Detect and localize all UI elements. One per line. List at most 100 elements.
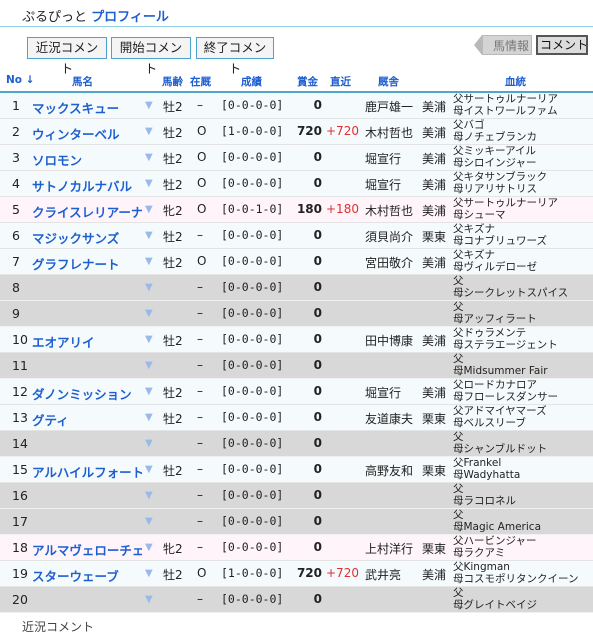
horse-age: 牡2 (163, 178, 183, 192)
horse-name-link[interactable]: アルマヴェローチェ (32, 540, 142, 559)
row-number: 2 (12, 124, 20, 139)
dropdown-triangle-icon[interactable]: ▼ (145, 464, 153, 475)
horse-name-link[interactable]: グティ (32, 410, 142, 429)
trainer-name: 堀宣行 (365, 386, 402, 400)
horse-name-link[interactable]: スターウェーブ (32, 566, 142, 585)
dropdown-triangle-icon[interactable]: ▼ (145, 412, 153, 423)
training-center: 栗東 (422, 542, 447, 556)
dropdown-triangle-icon[interactable]: ▼ (145, 100, 153, 111)
recent-comment-button[interactable]: 近況コメント (27, 37, 107, 76)
horse-name-link[interactable]: グラフレナート (32, 254, 142, 273)
sire-name: 父Frankel (453, 457, 502, 469)
table-row: 14 ▼ – [0-0-0-0] 0 父母シャンブルドット (0, 431, 593, 457)
horse-name-link[interactable]: アルハイルフォート (32, 462, 142, 481)
header-no[interactable]: No ↓ (6, 74, 34, 86)
recent-earnings: +720 (326, 566, 359, 580)
horse-age: 牡2 (163, 230, 183, 244)
dropdown-triangle-icon[interactable]: ▼ (145, 568, 153, 579)
horse-name-link[interactable]: ダノンミッション (32, 384, 142, 403)
race-record: [1-0-0-0] (221, 566, 284, 580)
stable-status: – (197, 280, 203, 294)
dropdown-triangle-icon[interactable]: ▼ (145, 282, 153, 293)
row-number: 8 (12, 280, 20, 295)
header-name[interactable]: 馬名 (72, 74, 93, 89)
stable-status: O (197, 176, 207, 190)
race-record: [1-0-0-0] (221, 124, 284, 138)
horse-name-link[interactable]: ソロモン (32, 150, 142, 169)
horse-name-link[interactable]: クライスレリアーナ (32, 202, 142, 221)
start-comment-button[interactable]: 開始コメント (111, 37, 191, 76)
end-comment-button[interactable]: 終了コメント (196, 37, 274, 76)
trainer-name: 高野友和 (365, 464, 414, 478)
horse-name-link[interactable]: エオアリイ (32, 332, 142, 351)
training-center: 美浦 (422, 152, 447, 166)
horse-name-link[interactable]: マックスキュー (32, 98, 142, 117)
dropdown-triangle-icon[interactable]: ▼ (145, 438, 153, 449)
dropdown-triangle-icon[interactable]: ▼ (145, 490, 153, 501)
stable-status: – (197, 540, 203, 554)
trainer-name: 堀宣行 (365, 152, 402, 166)
horse-name-link[interactable]: ウィンターベル (32, 124, 142, 143)
dropdown-triangle-icon[interactable]: ▼ (145, 334, 153, 345)
table-row: 2 ウィンターベル ▼ 牡2 O [1-0-0-0] 720 +720 木村哲也 美浦 父バゴ 母ノチ… (0, 119, 593, 145)
dropdown-triangle-icon[interactable]: ▼ (145, 308, 153, 319)
training-center: 美浦 (422, 386, 447, 400)
sire-name: 父ドゥラメンテ (453, 327, 527, 339)
table-row: 5 クライスレリアーナ ▼ 牝2 O [0-0-1-0] 180 +180 木村哲也 美浦 父サート… (0, 197, 593, 223)
trainer-name: 木村哲也 (365, 204, 414, 218)
table-row: 6 マジックサンズ ▼ 牡2– [0-0-0-0] 0 須貝尚介 栗東 父キズナ 母コナブリュワー… (0, 223, 593, 249)
dropdown-triangle-icon[interactable]: ▼ (145, 256, 153, 267)
header-trainer[interactable]: 厩舎 (378, 74, 399, 89)
horse-age: 牝2 (163, 542, 183, 556)
header-inst[interactable]: 在厩 (190, 74, 211, 89)
title-prefix: ぷるぴっと (22, 10, 92, 25)
dam-name: 母グレイトベイジ (453, 599, 537, 611)
race-record: [0-0-0-0] (221, 488, 284, 502)
sire-name: 父Kingman (453, 561, 510, 573)
row-number: 13 (12, 410, 28, 425)
sire-name: 父 (453, 587, 464, 599)
dam-name: 母Wadyhatta (453, 469, 521, 481)
prize-money: 720 (296, 124, 322, 138)
horse-name-link[interactable]: サトノカルナバル (32, 176, 142, 195)
dropdown-triangle-icon[interactable]: ▼ (145, 360, 153, 371)
prize-money: 0 (313, 332, 322, 346)
prize-money: 0 (313, 436, 322, 450)
table-row: 4 サトノカルナバル ▼ 牡2 O [0-0-0-0] 0 堀宣行 美浦 父キタサンブラック 母リア… (0, 171, 593, 197)
horse-age: 牡2 (163, 100, 183, 114)
profile-link[interactable]: プロフィール (91, 10, 169, 25)
table-row: 3 ソロモン ▼ 牡2 O [0-0-0-0] 0 堀宣行 美浦 父ミッキーアイル 母シロインジャー (0, 145, 593, 171)
prize-money: 0 (313, 254, 322, 268)
prize-money: 0 (313, 176, 322, 190)
dropdown-triangle-icon[interactable]: ▼ (145, 126, 153, 137)
dropdown-triangle-icon[interactable]: ▼ (145, 178, 153, 189)
dropdown-triangle-icon[interactable]: ▼ (145, 542, 153, 553)
trainer-name: 上村洋行 (365, 542, 414, 556)
stable-status: – (197, 514, 203, 528)
header-record[interactable]: 成績 (241, 74, 262, 89)
dropdown-triangle-icon[interactable]: ▼ (145, 386, 153, 397)
trainer-name: 田中博康 (365, 334, 414, 348)
stable-status: O (197, 150, 207, 164)
dropdown-triangle-icon[interactable]: ▼ (145, 230, 153, 241)
tab-comment[interactable]: コメント (536, 35, 588, 55)
dropdown-triangle-icon[interactable]: ▼ (145, 152, 153, 163)
horse-name-link[interactable]: マジックサンズ (32, 228, 142, 247)
header-bloodline[interactable]: 血統 (505, 74, 526, 89)
header-age[interactable]: 馬齢 (162, 74, 183, 89)
dropdown-triangle-icon[interactable]: ▼ (145, 594, 153, 605)
dropdown-triangle-icon[interactable]: ▼ (145, 516, 153, 527)
table-row: 18 アルマヴェローチェ ▼ 牝2– [0-0-0-0] 0 上村洋行 栗東 父ハービンジャー母… (0, 535, 593, 561)
row-number: 1 (12, 98, 20, 113)
stable-status: – (197, 306, 203, 320)
dam-name: 母Magic America (453, 521, 541, 533)
sire-name: 父 (453, 509, 464, 521)
tab-horse-info[interactable]: 馬情報 (482, 35, 532, 55)
row-number: 4 (12, 176, 20, 191)
header-recent[interactable]: 直近 (330, 74, 351, 89)
dropdown-triangle-icon[interactable]: ▼ (145, 204, 153, 215)
horse-age: 牡2 (163, 568, 183, 582)
race-record: [0-0-0-0] (221, 462, 284, 476)
header-prize[interactable]: 賞金 (297, 74, 318, 89)
horse-age: 牡2 (163, 464, 183, 478)
